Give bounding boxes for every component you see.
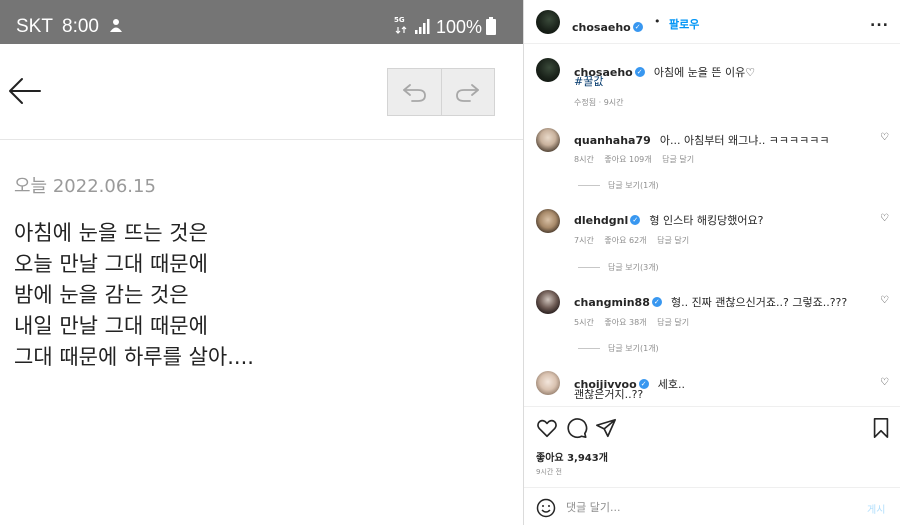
caption-avatar[interactable] (536, 58, 560, 82)
comment-text: 아... 아침부터 왜그냐.. ㅋㅋㅋㅋㅋㅋ (659, 134, 830, 147)
comment-time: 8시간 (574, 155, 594, 164)
status-bar: SKT 8:00 5G 100% (0, 0, 524, 44)
notification-icon (110, 19, 122, 32)
likes-count[interactable]: 좋아요 3,943개 (536, 449, 608, 464)
comment-time: 7시간 (574, 236, 594, 245)
redo-icon (456, 84, 479, 102)
caption-text: 아침에 눈을 뜬 이유♡ (653, 66, 756, 79)
undo-icon (403, 84, 427, 102)
follow-button[interactable]: 팔로우 (669, 16, 699, 32)
memo-line: 아침에 눈을 뜨는 것은 (14, 221, 208, 245)
network-icon: 5G (394, 16, 410, 36)
comment-time: 5시간 (574, 318, 594, 327)
memo-line: 내일 만날 그대 때문에 (14, 314, 208, 338)
post-actions: 좋아요 3,943개 9시간 전 (524, 406, 900, 486)
verified-icon: ✓ (634, 66, 645, 77)
comment-input[interactable] (566, 498, 846, 516)
memo-line: 밤에 눈을 감는 것은 (14, 283, 189, 307)
share-icon[interactable] (595, 417, 617, 439)
comment-avatar[interactable] (536, 290, 560, 314)
view-replies-button[interactable]: 답글 보기(1개) (578, 180, 659, 191)
clock: 8:00 (62, 16, 99, 37)
caption-hashtag[interactable]: #꿀값 (574, 73, 603, 89)
verified-icon: ✓ (630, 214, 641, 225)
memo-text[interactable]: 아침에 눈을 뜨는 것은 오늘 만날 그대 때문에 밤에 눈을 감는 것은 내일… (14, 218, 254, 373)
like-comment-icon[interactable]: ♡ (880, 213, 889, 224)
like-comment-icon[interactable]: ♡ (880, 132, 889, 143)
like-comment-icon[interactable]: ♡ (880, 377, 889, 388)
comment-username[interactable]: dlehdgnl (574, 214, 628, 227)
phone-screenshot: SKT 8:00 5G 100% 오늘 2022.06.15 아침에 눈을 뜨는… (0, 0, 524, 525)
memo-line: 오늘 만날 그대 때문에 (14, 252, 208, 276)
comment-avatar[interactable] (536, 371, 560, 395)
comment-likes[interactable]: 좋아요 38개 (604, 318, 646, 327)
reply-button[interactable]: 답글 달기 (657, 236, 689, 245)
reply-button[interactable]: 답글 달기 (657, 318, 689, 327)
carrier-label: SKT (16, 16, 53, 37)
comment: dlehdgnl ✓ 형 인스타 해킹당했어요? (574, 209, 763, 228)
redo-button[interactable] (440, 69, 494, 115)
back-arrow-icon[interactable] (8, 76, 42, 106)
comment-meta: 7시간 좋아요 62개 답글 달기 (574, 235, 697, 246)
undo-redo-group (387, 68, 495, 116)
reply-button[interactable]: 답글 달기 (662, 155, 694, 164)
comment-text: 세호.. (657, 378, 686, 391)
signal-icon (415, 19, 430, 34)
comment-text: 형 인스타 해킹당했어요? (649, 214, 764, 227)
comment-likes[interactable]: 좋아요 62개 (604, 236, 646, 245)
emoji-icon[interactable] (536, 498, 556, 518)
comment: quanhaha79 아... 아침부터 왜그냐.. ㅋㅋㅋㅋㅋㅋ (574, 129, 830, 148)
author-name[interactable]: chosaeho ✓ (572, 16, 643, 35)
battery-percent: 100% (436, 17, 483, 37)
more-options-icon[interactable]: ... (870, 14, 889, 30)
verified-icon: ✓ (651, 296, 662, 307)
undo-button[interactable] (388, 69, 441, 115)
bookmark-icon[interactable] (870, 417, 892, 439)
memo-date: 오늘 2022.06.15 (14, 176, 156, 197)
comments-list[interactable]: chosaeho ✓ 아침에 눈을 뜬 이유♡ #꿀값 수정됨 · 9시간 qua… (524, 44, 900, 406)
author-avatar[interactable] (536, 10, 560, 34)
post-header: chosaeho ✓ • 팔로우 ... (524, 0, 900, 44)
memo-line: 그대 때문에 하루를 살아.... (14, 345, 254, 369)
comment-bar: 게시 (524, 487, 900, 525)
comment-username[interactable]: quanhaha79 (574, 134, 651, 147)
comment-icon[interactable] (566, 417, 588, 439)
view-replies-button[interactable]: 답글 보기(1개) (578, 343, 659, 354)
heart-icon[interactable] (536, 417, 558, 439)
comment-avatar[interactable] (536, 209, 560, 233)
comment-text-continued: 괜찮은거지..?? (574, 388, 644, 401)
header-separator: • (654, 15, 661, 28)
comment-username[interactable]: changmin88 (574, 296, 650, 309)
post-panel: chosaeho ✓ • 팔로우 ... chosaeho ✓ 아침에 눈을 뜬 이… (524, 0, 900, 525)
comment-meta: 8시간 좋아요 109개 답글 달기 (574, 154, 702, 165)
like-comment-icon[interactable]: ♡ (880, 295, 889, 306)
caption-meta: 수정됨 · 9시간 (574, 98, 624, 107)
verified-icon: ✓ (632, 21, 643, 32)
comment: changmin88 ✓ 형.. 진짜 괜찮으신거죠..? 그렇죠..??? (574, 291, 847, 310)
comment-avatar[interactable] (536, 128, 560, 152)
comment-likes[interactable]: 좋아요 109개 (604, 155, 651, 164)
comment-meta: 5시간 좋아요 38개 답글 달기 (574, 317, 697, 328)
memo-toolbar (0, 44, 524, 140)
post-time[interactable]: 9시간 전 (536, 467, 562, 477)
comment-text: 형.. 진짜 괜찮으신거죠..? 그렇죠..??? (670, 296, 848, 309)
battery-icon (486, 17, 496, 35)
post-comment-button[interactable]: 게시 (867, 501, 885, 516)
view-replies-button[interactable]: 답글 보기(3개) (578, 262, 659, 273)
